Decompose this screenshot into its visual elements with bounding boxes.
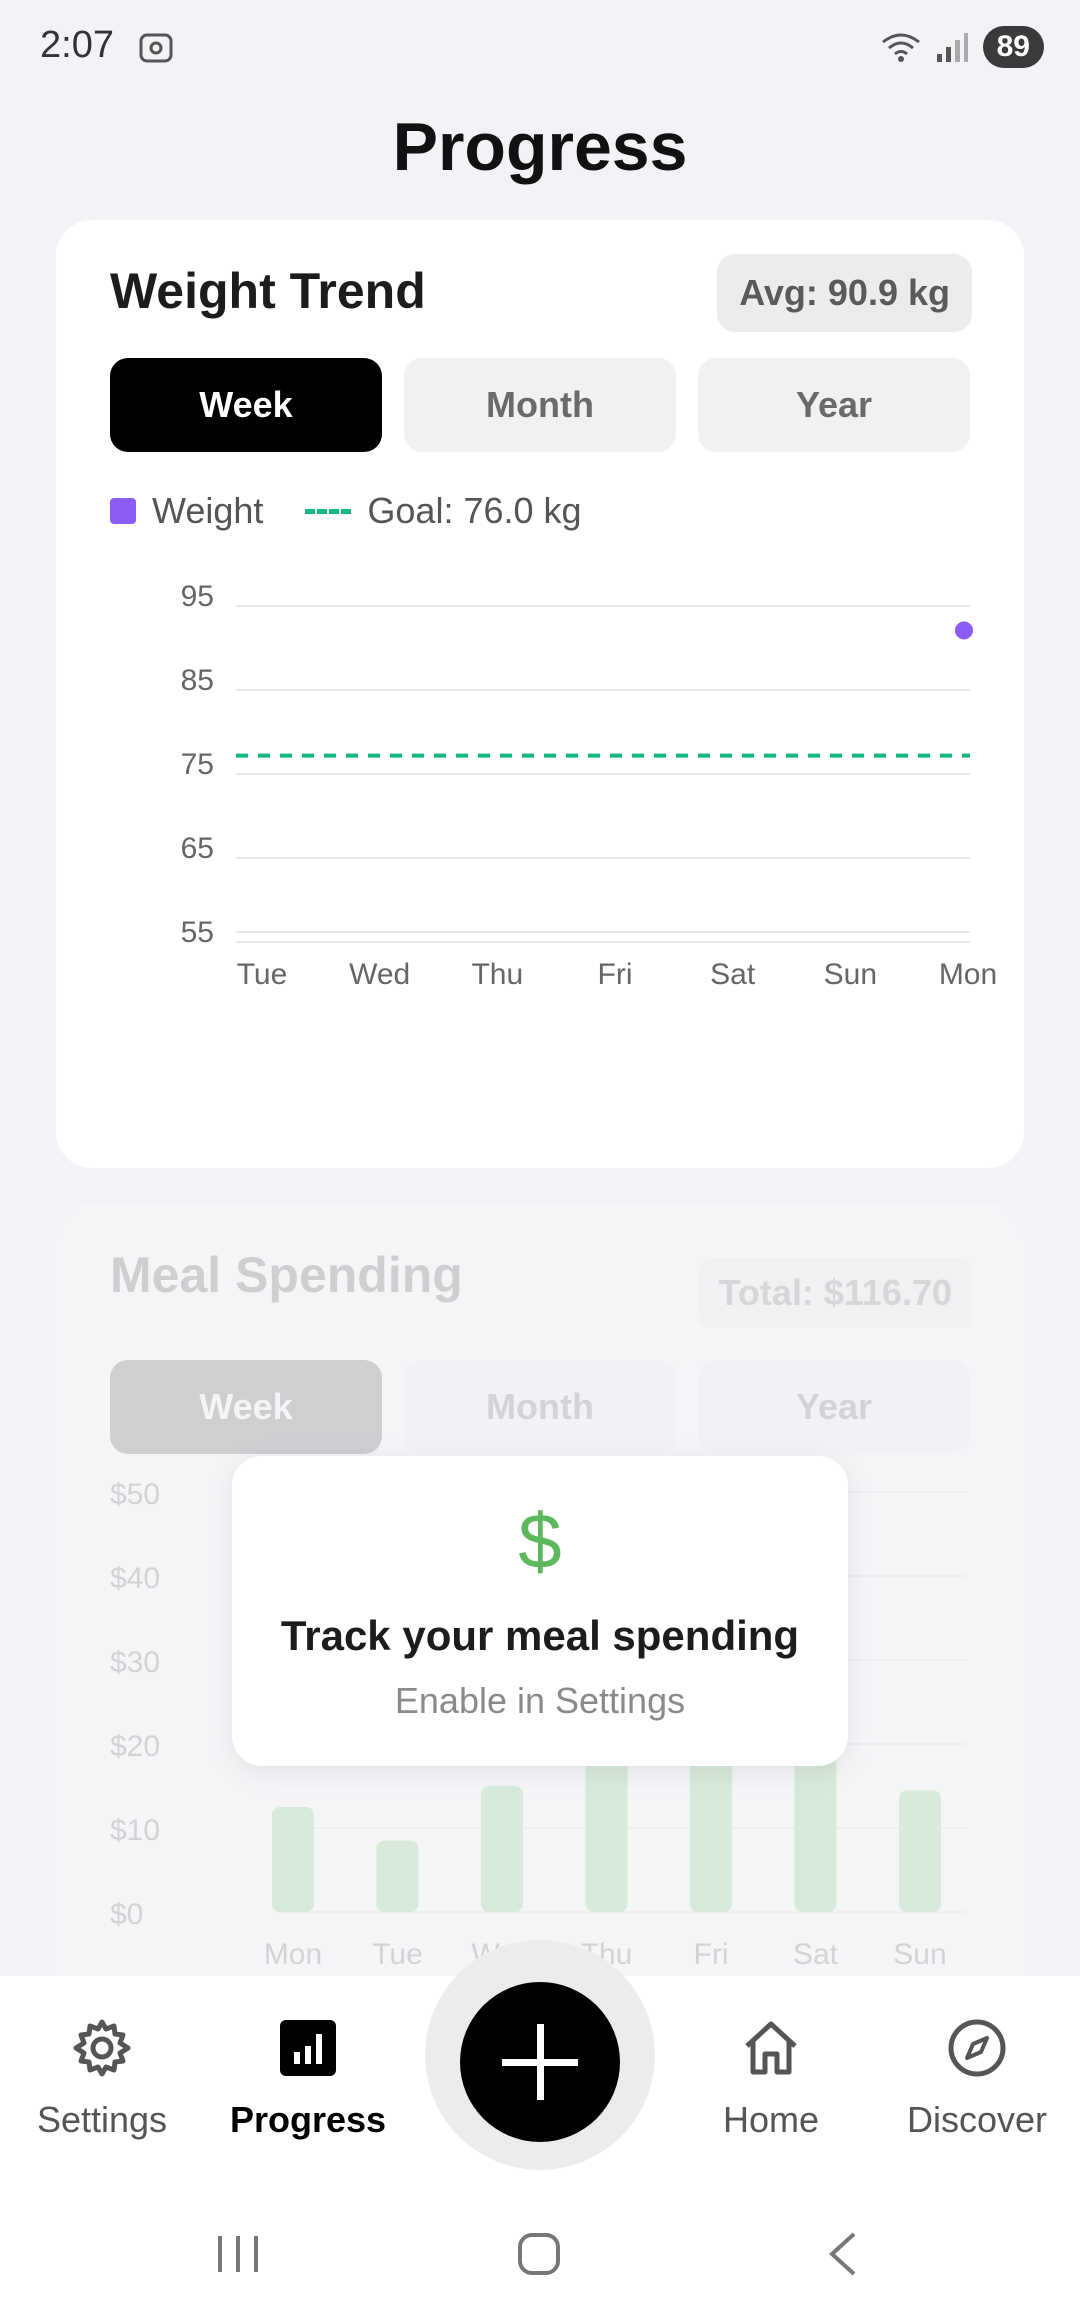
status-time: 2:07: [40, 24, 114, 66]
y-tick-label: 65: [181, 832, 214, 865]
y-tick-label: $20: [110, 1730, 160, 1763]
prompt-title: Track your meal spending: [280, 1612, 800, 1659]
weight-point[interactable]: [955, 621, 973, 640]
gear-icon: [73, 2019, 131, 2077]
y-tick-label: 85: [181, 664, 214, 697]
x-tick-label: Mon: [939, 958, 997, 991]
y-tick-label: $0: [110, 1898, 143, 1931]
battery-indicator: 89: [982, 26, 1044, 68]
back-button[interactable]: [829, 2232, 856, 2276]
y-tick-label: $30: [110, 1646, 160, 1679]
meal-tab-week: Week: [110, 1360, 382, 1454]
x-tick-label: Sat: [793, 1938, 839, 1971]
avg-weight-badge: Avg: 90.9 kg: [717, 254, 972, 332]
meal-tab-year: Year: [698, 1360, 970, 1454]
y-tick-label: 95: [181, 580, 214, 613]
x-tick-label: Mon: [264, 1938, 322, 1971]
weight-legend-swatch: [110, 498, 136, 524]
home-icon: [745, 2021, 797, 2075]
spending-bar: [376, 1840, 419, 1912]
x-tick-label: Thu: [471, 958, 523, 991]
weight-chart: 95 85 75 65 55 Tue Wed Thu Fri Sat Sun Mon: [181, 580, 998, 991]
nav-discover[interactable]: Discover: [877, 2016, 1077, 2141]
add-button[interactable]: [460, 1982, 620, 2142]
tab-month[interactable]: Month: [404, 358, 676, 452]
plus-icon: [502, 2024, 578, 2100]
meal-spending-title: Meal Spending: [110, 1247, 463, 1303]
nav-progress-label: Progress: [229, 2099, 387, 2140]
signal-icon: [936, 33, 968, 62]
spending-bar: [272, 1807, 314, 1912]
x-tick-label: Tue: [237, 958, 288, 991]
page-title: Progress: [392, 109, 688, 185]
y-tick-label: $10: [110, 1814, 160, 1847]
nav-home-label: Home: [722, 2099, 820, 2140]
x-tick-label: Sun: [893, 1938, 946, 1971]
nav-discover-label: Discover: [906, 2099, 1048, 2140]
x-tick-label: Sun: [824, 958, 877, 991]
recent-apps-button[interactable]: [218, 2236, 258, 2272]
nav-settings-label: Settings: [36, 2099, 168, 2140]
y-tick-label: $50: [110, 1478, 160, 1511]
weight-legend-label: Weight: [152, 490, 264, 531]
screenshot-icon: [139, 33, 173, 63]
meal-tab-month: Month: [404, 1360, 676, 1454]
prompt-subtitle: Enable in Settings: [394, 1680, 686, 1721]
goal-legend-label: Goal: 76.0 kg: [367, 490, 582, 531]
spending-bar: [481, 1786, 523, 1912]
status-bar: 2:07 89: [0, 0, 1080, 96]
nav-progress[interactable]: Progress: [208, 2016, 408, 2141]
x-tick-label: Fri: [694, 1938, 729, 1971]
x-tick-label: Wed: [349, 958, 410, 991]
spending-bar: [899, 1790, 941, 1912]
tab-year[interactable]: Year: [698, 358, 970, 452]
system-nav-bar: [218, 2232, 856, 2276]
nav-settings[interactable]: Settings: [2, 2016, 202, 2141]
y-tick-label: $40: [110, 1562, 160, 1595]
tab-week[interactable]: Week: [110, 358, 382, 452]
x-tick-label: Sat: [710, 958, 756, 991]
wifi-icon: [881, 33, 920, 62]
x-tick-label: Tue: [372, 1938, 423, 1971]
weight-trend-card: Weight Trend Avg: 90.9 kg Week Month Yea…: [56, 220, 1024, 1168]
home-system-button[interactable]: [518, 2233, 560, 2275]
meal-total-badge: Total: $116.70: [698, 1258, 972, 1328]
dollar-icon: $: [518, 1497, 562, 1585]
y-tick-label: 75: [181, 748, 214, 781]
nav-home[interactable]: Home: [671, 2016, 871, 2141]
chart-legend: Weight Goal: 76.0 kg: [110, 490, 582, 532]
meal-tracking-prompt[interactable]: $ Track your meal spending Enable in Set…: [232, 1456, 848, 1766]
compass-icon: [948, 2019, 1006, 2077]
bar-chart-icon: [280, 2020, 336, 2076]
status-icons: 89: [881, 26, 1044, 68]
goal-legend-swatch: [305, 508, 352, 514]
y-tick-label: 55: [181, 916, 214, 949]
weight-trend-title: Weight Trend: [110, 263, 426, 319]
x-tick-label: Fri: [598, 958, 633, 991]
